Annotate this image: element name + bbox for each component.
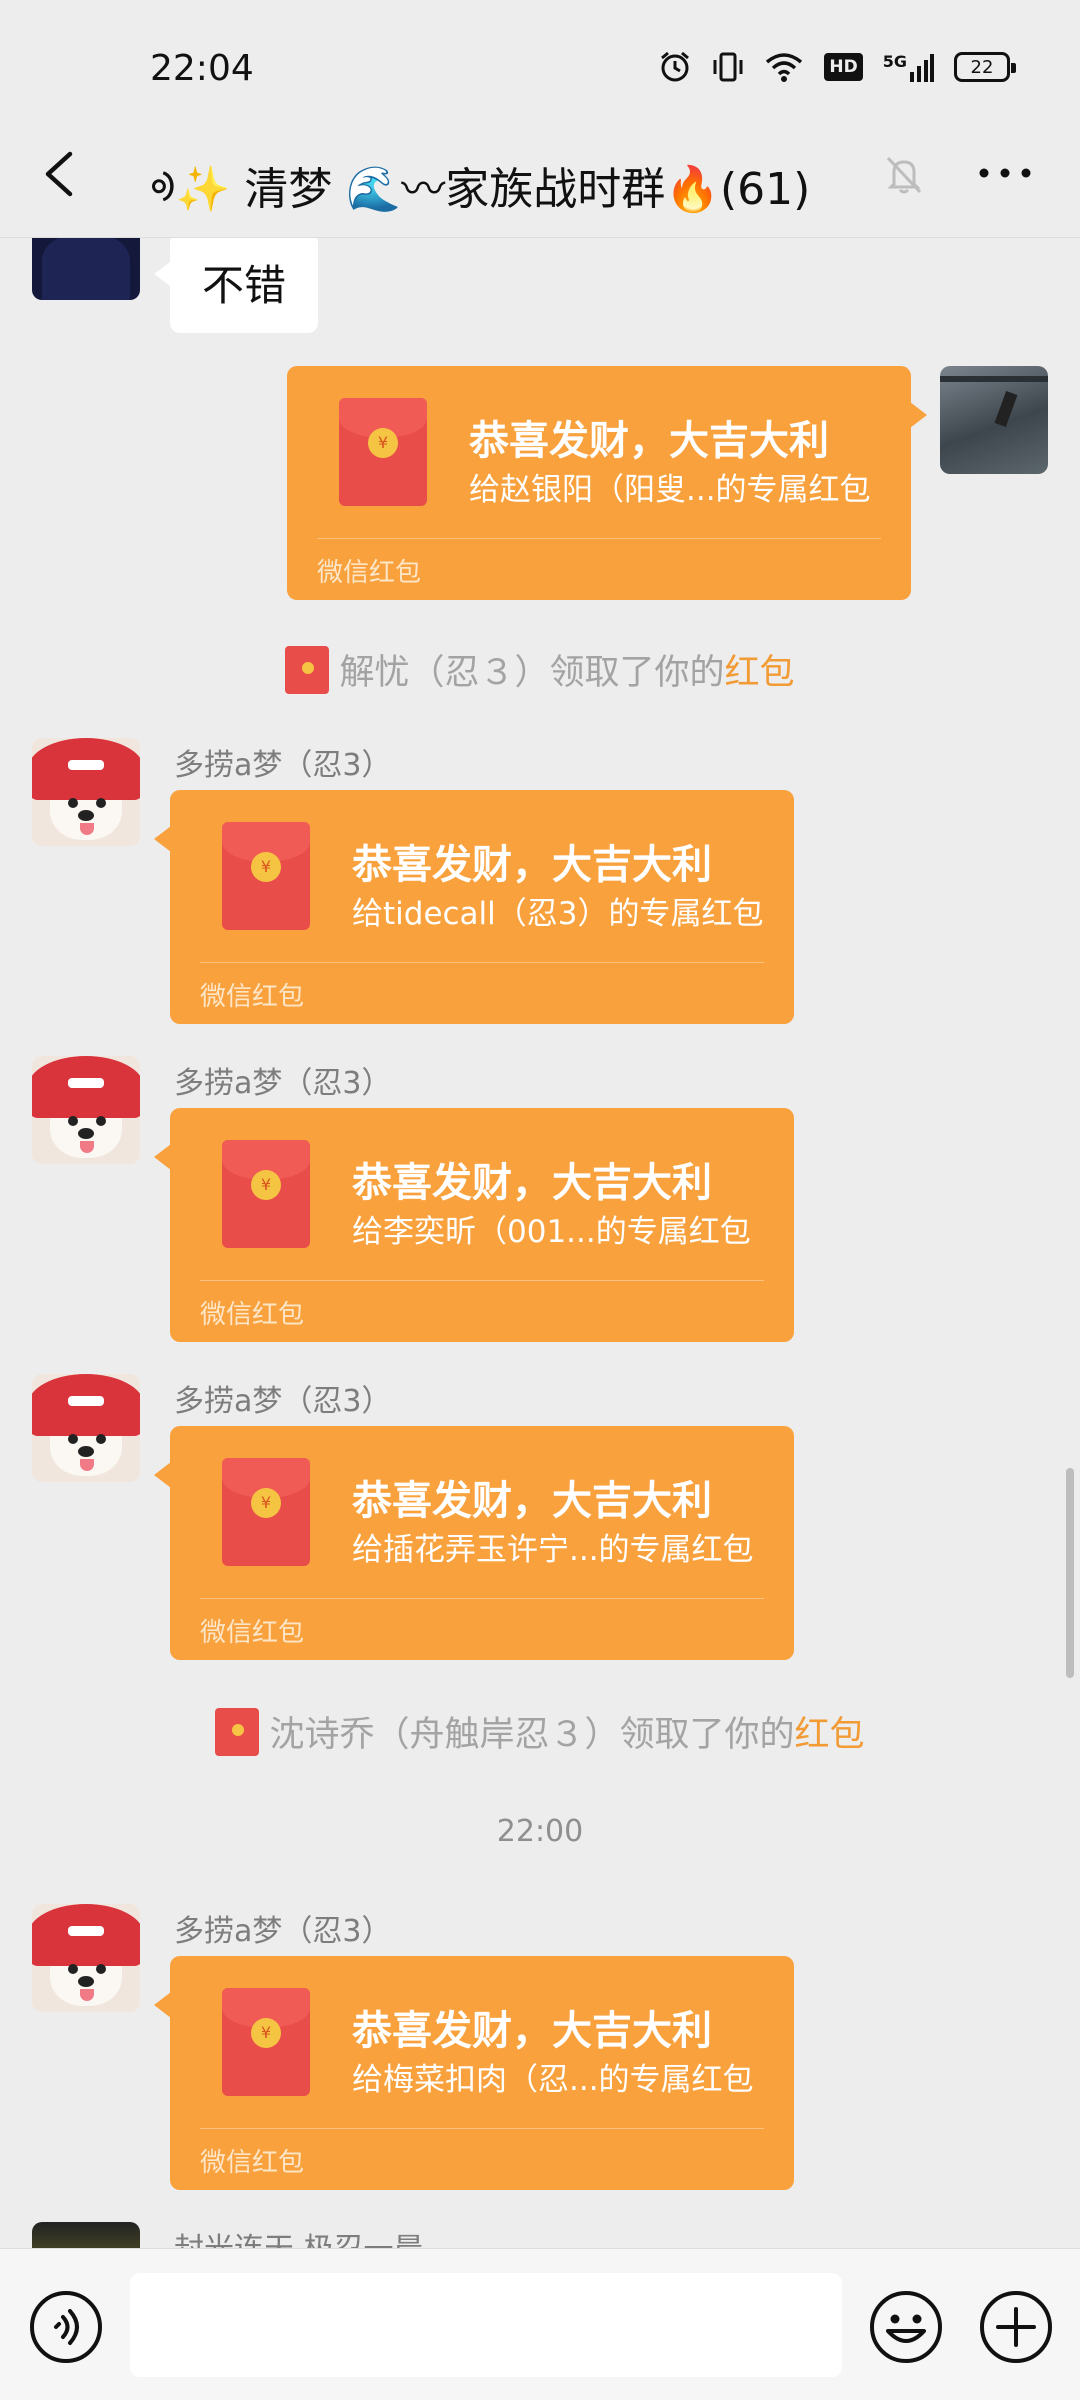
red-packet-message[interactable]: ¥ 恭喜发财，大吉大利 给李奕昕（001...的专属红包 微信红包 xyxy=(154,1108,794,1342)
alarm-icon xyxy=(661,51,690,82)
red-packet-title: 恭喜发财，大吉大利 xyxy=(352,1160,712,1206)
red-packet-footer: 微信红包 xyxy=(200,2148,305,2178)
red-envelope-icon: ¥ xyxy=(222,1988,310,2096)
red-envelope-icon: ¥ xyxy=(339,398,427,506)
avatar[interactable] xyxy=(32,2222,140,2248)
divider xyxy=(200,1598,764,1599)
avatar[interactable] xyxy=(32,738,140,846)
red-packet-mini-icon xyxy=(285,646,330,694)
status-icons: HD 5G 22 xyxy=(658,50,1016,84)
vibrate-icon xyxy=(713,52,743,82)
red-packet-title: 恭喜发财，大吉大利 xyxy=(352,2008,712,2054)
signal-label: 5G xyxy=(882,52,907,71)
wifi-icon xyxy=(766,53,803,82)
red-packet-message[interactable]: ¥ 恭喜发财，大吉大利 给插花弄玉许宁...的专属红包 微信红包 xyxy=(154,1426,794,1660)
sender-name: 多捞a梦（忍3） xyxy=(174,748,392,783)
signal-icon: 5G xyxy=(883,52,934,82)
voice-icon[interactable] xyxy=(28,2289,104,2365)
system-message: 解忧（忍３）领取了你的红包 xyxy=(0,644,1080,698)
message-input[interactable] xyxy=(130,2273,842,2377)
red-packet-footer: 微信红包 xyxy=(200,1300,305,1330)
red-envelope-icon: ¥ xyxy=(222,1140,310,1248)
red-packet-recipient: 给赵银阳（阳叟...的专属红包 xyxy=(469,472,871,508)
status-time: 22:04 xyxy=(150,48,254,89)
red-packet-footer: 微信红包 xyxy=(317,558,422,588)
more-icon[interactable] xyxy=(970,148,1040,198)
red-packet-title: 恭喜发财，大吉大利 xyxy=(352,1478,712,1524)
chat-area[interactable]: 不错 ¥ 恭喜发财，大吉大利 给赵银阳（阳叟...的专属红包 微信红包 解忧（忍… xyxy=(0,238,1080,2248)
red-packet-title: 恭喜发财，大吉大利 xyxy=(352,842,712,888)
back-arrow-icon[interactable] xyxy=(30,142,90,206)
avatar[interactable] xyxy=(32,1374,140,1482)
battery-icon: 22 xyxy=(954,52,1016,82)
scrollbar[interactable] xyxy=(1066,1468,1074,1678)
red-packet-mini-icon xyxy=(215,1708,260,1756)
red-packet-recipient: 给tidecall（忍3）的专属红包 xyxy=(352,896,764,932)
red-envelope-icon: ¥ xyxy=(222,822,310,930)
red-packet-link[interactable]: 红包 xyxy=(795,1715,865,1755)
divider xyxy=(200,1280,764,1281)
chat-header: ᢀ✨ 清梦 🌊〰家族战时群🔥(61) xyxy=(0,110,1080,238)
sender-name: 多捞a梦（忍3） xyxy=(174,1066,392,1101)
red-packet-recipient: 给梅菜扣肉（忍...的专属红包 xyxy=(352,2062,754,2098)
red-packet-recipient: 给插花弄玉许宁...的专属红包 xyxy=(352,1532,754,1568)
red-envelope-icon: ¥ xyxy=(222,1458,310,1566)
avatar[interactable] xyxy=(32,1904,140,2012)
avatar[interactable] xyxy=(32,1056,140,1164)
avatar[interactable] xyxy=(32,238,140,300)
message-text: 不错 xyxy=(202,261,287,310)
sender-name: 多捞a梦（忍3） xyxy=(174,1384,392,1419)
red-packet-message[interactable]: ¥ 恭喜发财，大吉大利 给赵银阳（阳叟...的专属红包 微信红包 xyxy=(287,366,927,600)
red-packet-footer: 微信红包 xyxy=(200,982,305,1012)
emoji-icon[interactable] xyxy=(868,2289,944,2365)
plus-icon[interactable] xyxy=(978,2289,1054,2365)
red-packet-recipient: 给李奕昕（001...的专属红包 xyxy=(352,1214,751,1250)
divider xyxy=(317,538,881,539)
system-message: 沈诗乔（舟触岸忍３）领取了你的红包 xyxy=(0,1706,1080,1760)
sender-name: 封光连天 极忍一晨 xyxy=(174,2224,424,2248)
system-message-text: 沈诗乔（舟触岸忍３）领取了你的 xyxy=(269,1715,795,1755)
text-message-bubble[interactable]: 不错 xyxy=(153,238,319,333)
red-packet-link[interactable]: 红包 xyxy=(725,653,795,693)
red-packet-title: 恭喜发财，大吉大利 xyxy=(469,418,829,464)
mute-bell-icon xyxy=(886,156,922,194)
system-message-text: 解忧（忍３）领取了你的 xyxy=(339,653,725,693)
chat-title: ᢀ✨ 清梦 🌊〰家族战时群🔥(61) xyxy=(150,164,811,215)
timestamp: 22:00 xyxy=(496,1814,584,1849)
red-packet-message[interactable]: ¥ 恭喜发财，大吉大利 给tidecall（忍3）的专属红包 微信红包 xyxy=(154,790,794,1024)
red-packet-message[interactable]: ¥ 恭喜发财，大吉大利 给梅菜扣肉（忍...的专属红包 微信红包 xyxy=(154,1956,794,2190)
red-packet-footer: 微信红包 xyxy=(200,1618,305,1648)
divider xyxy=(200,2128,764,2129)
sender-name: 多捞a梦（忍3） xyxy=(174,1914,392,1949)
input-bar xyxy=(0,2248,1080,2400)
hd-icon: HD xyxy=(824,53,863,81)
divider xyxy=(200,962,764,963)
my-avatar[interactable] xyxy=(940,366,1048,474)
